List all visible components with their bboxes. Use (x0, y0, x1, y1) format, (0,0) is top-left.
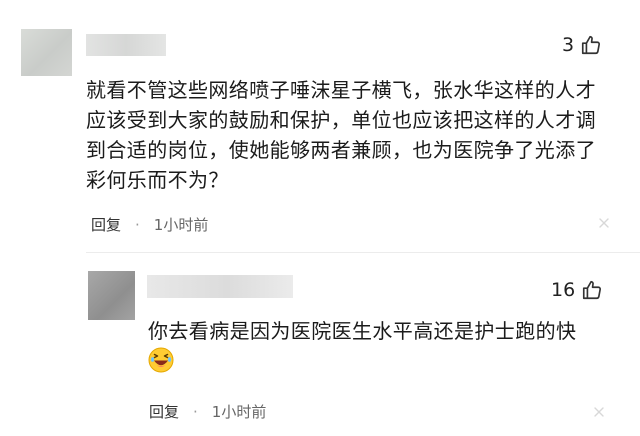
reply-text: 你去看病是因为医院医生水平高还是护士跑的快 (148, 319, 577, 343)
username-blurred[interactable] (147, 275, 293, 298)
comment-line: 应该受到大家的鼓励和保护，单位也应该把这样的人才调 (86, 108, 596, 132)
like-count: 16 (551, 279, 576, 301)
username-blurred[interactable] (86, 34, 166, 56)
divider (86, 252, 640, 253)
timestamp: 1小时前 (211, 403, 267, 421)
separator-dot: · (135, 215, 140, 234)
comment-line: 到合适的岗位，使她能够两者兼顾，也为医院争了光添了 (86, 138, 596, 162)
like-button[interactable]: 16 (551, 278, 603, 302)
comment-meta: 回复 · 1小时前 (91, 214, 208, 235)
thumbs-up-icon (583, 280, 602, 300)
thumbs-up-icon (582, 35, 601, 55)
reply-button[interactable]: 回复 (149, 401, 179, 422)
reply-body: 你去看病是因为医院医生水平高还是护士跑的快 (148, 317, 618, 345)
reply-button[interactable]: 回复 (91, 214, 121, 235)
comment-line: 就看不管这些网络喷子唾沫星子横飞，张水华这样的人才 (86, 78, 596, 102)
avatar[interactable] (21, 29, 72, 76)
laughing-face-icon (148, 347, 174, 373)
separator-dot: · (193, 402, 198, 421)
like-button[interactable]: 3 (562, 33, 602, 57)
timestamp: 1小时前 (153, 216, 209, 234)
more-options-icon[interactable] (597, 216, 611, 230)
more-options-icon[interactable] (592, 405, 606, 419)
avatar[interactable] (88, 271, 135, 320)
reply-meta: 回复 · 1小时前 (149, 401, 266, 422)
like-count: 3 (562, 34, 575, 56)
comment-line: 彩何乐而不为？ (86, 168, 229, 192)
comment-body: 就看不管这些网络喷子唾沫星子横飞，张水华这样的人才 应该受到大家的鼓励和保护，单… (86, 75, 626, 195)
